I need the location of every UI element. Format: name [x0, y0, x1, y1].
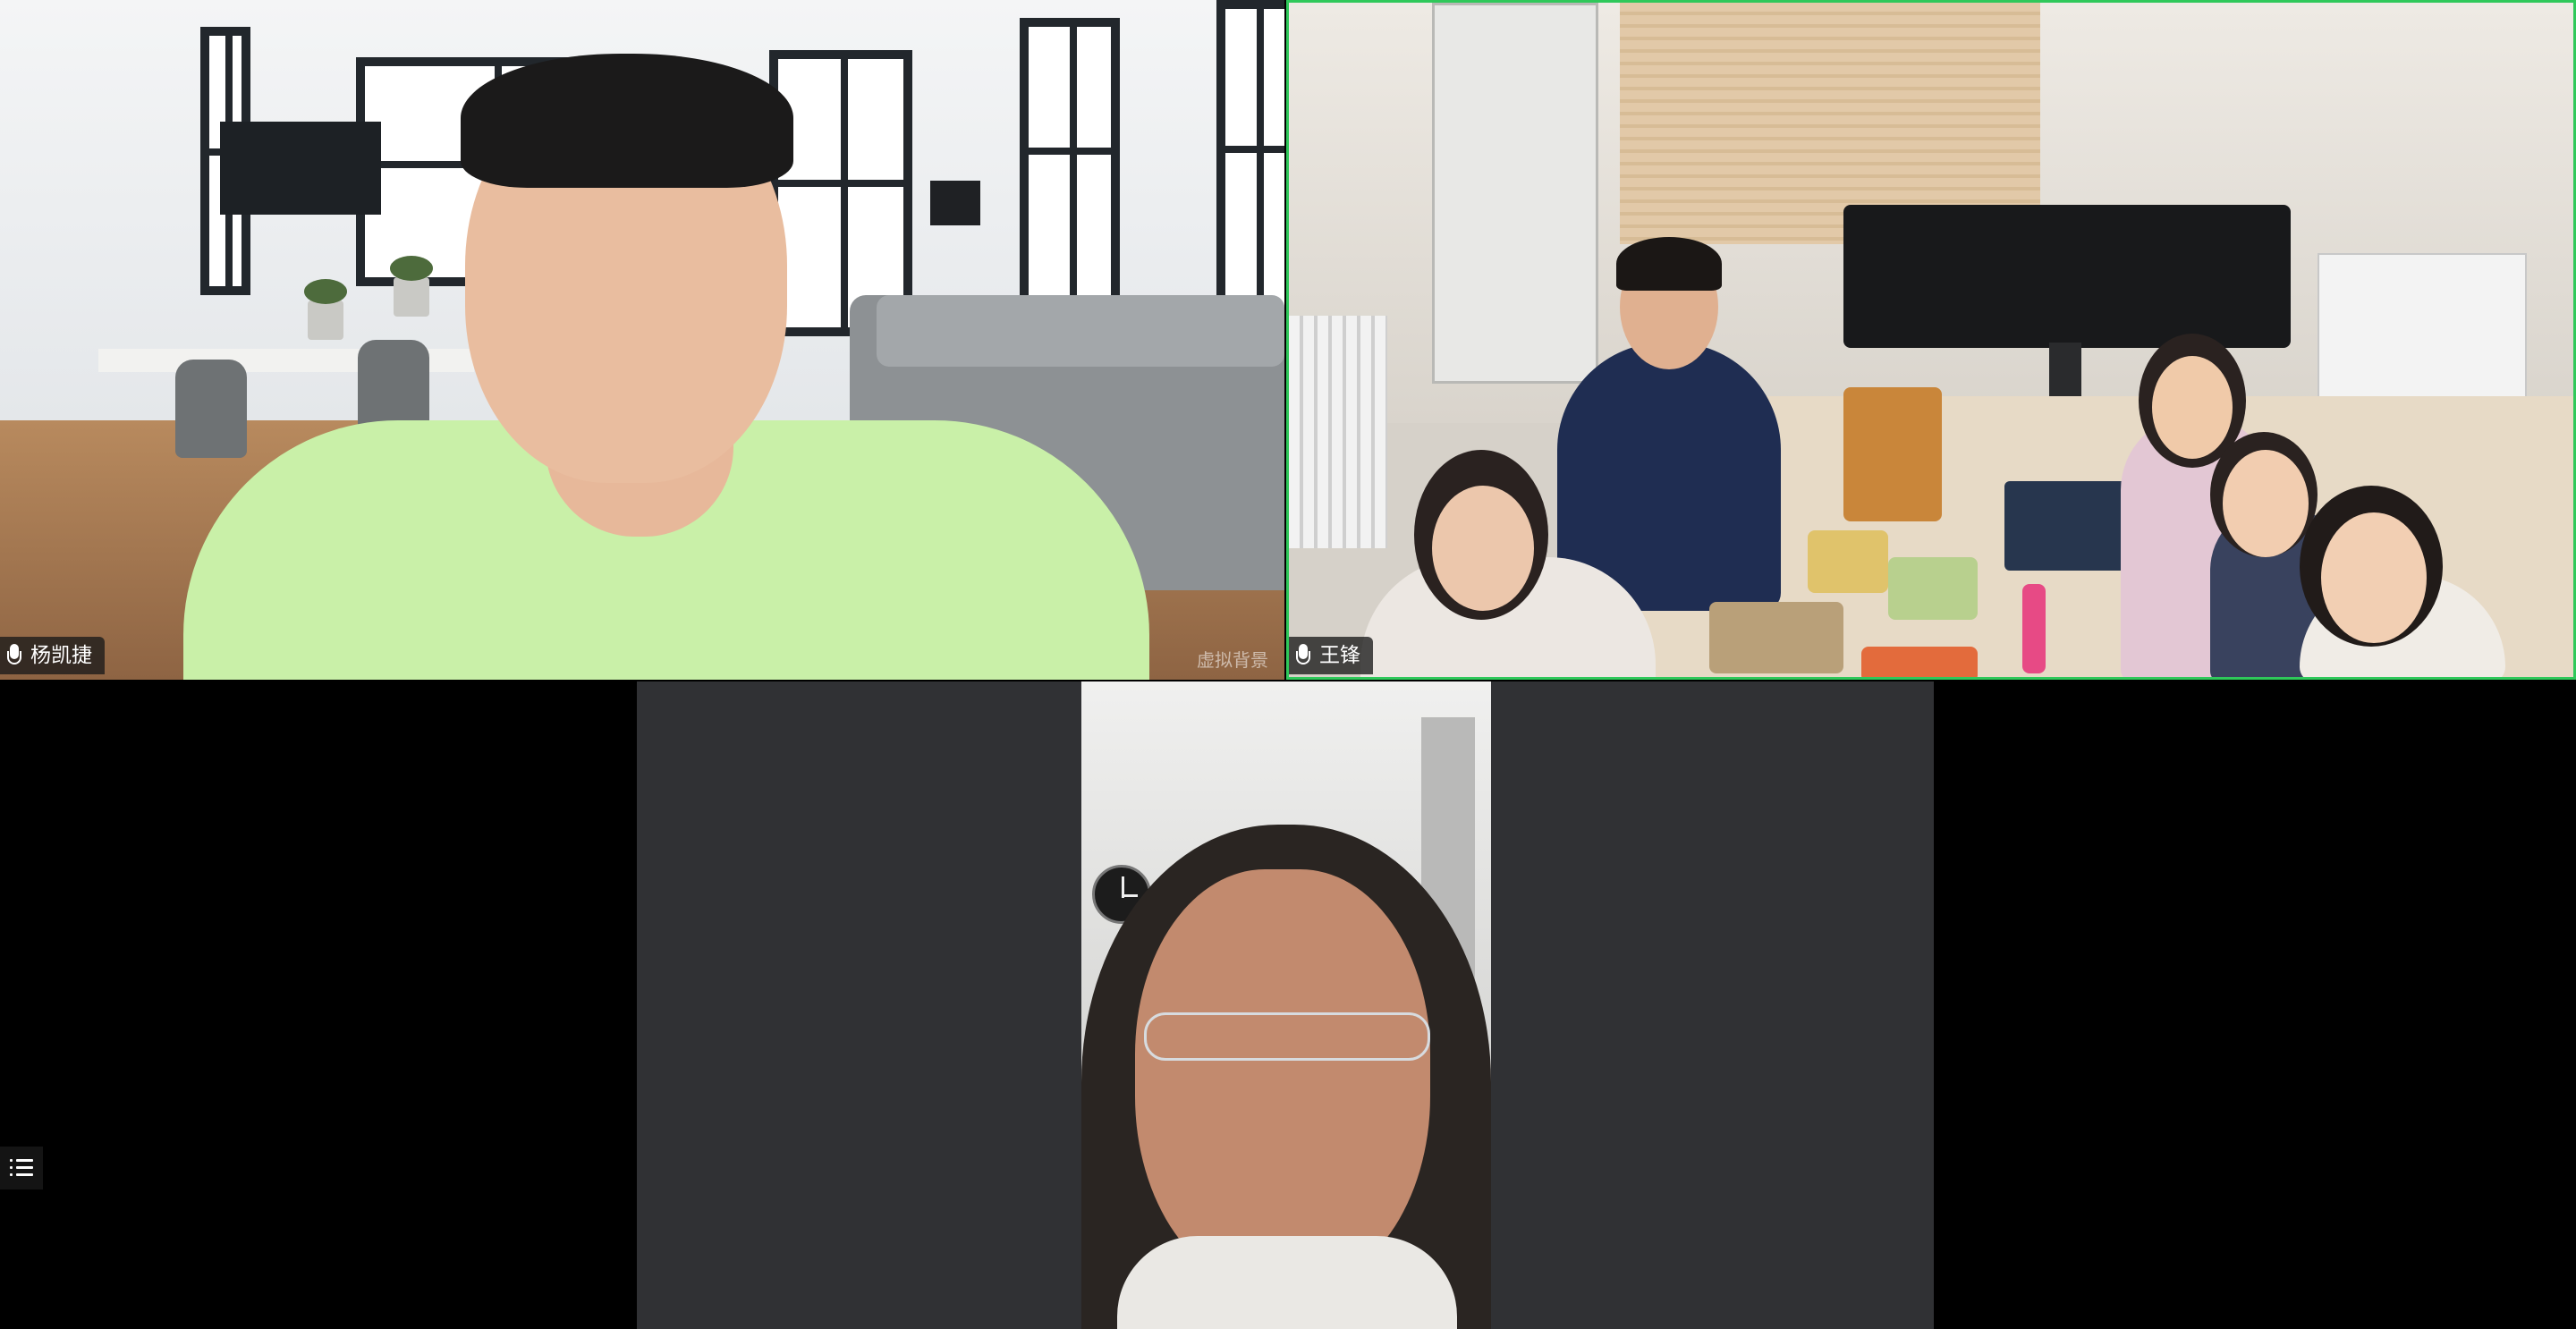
participant-video-1 — [0, 0, 1284, 680]
background-window — [1020, 18, 1120, 304]
participant-tile-1[interactable]: 杨凯捷 虚拟背景 — [0, 0, 1284, 680]
participant-tile-2[interactable]: 王锋 — [1286, 0, 2576, 680]
background-window — [1216, 0, 1284, 322]
list-icon — [10, 1158, 33, 1178]
participant-video-2 — [1289, 3, 2573, 677]
background-window — [769, 50, 912, 336]
participant-list-button[interactable] — [0, 1147, 43, 1189]
mic-icon — [1294, 642, 1312, 669]
mic-icon — [5, 642, 23, 669]
participant-video-3 — [1081, 681, 1491, 1329]
virtual-background-watermark: 虚拟背景 — [1197, 649, 1268, 671]
participant-tile-3[interactable] — [637, 681, 1934, 1329]
participant-name-label: 杨凯捷 — [0, 637, 105, 674]
participant-name: 杨凯捷 — [30, 644, 92, 667]
participant-name-label: 王锋 — [1289, 637, 1373, 674]
participant-name: 王锋 — [1319, 644, 1360, 667]
